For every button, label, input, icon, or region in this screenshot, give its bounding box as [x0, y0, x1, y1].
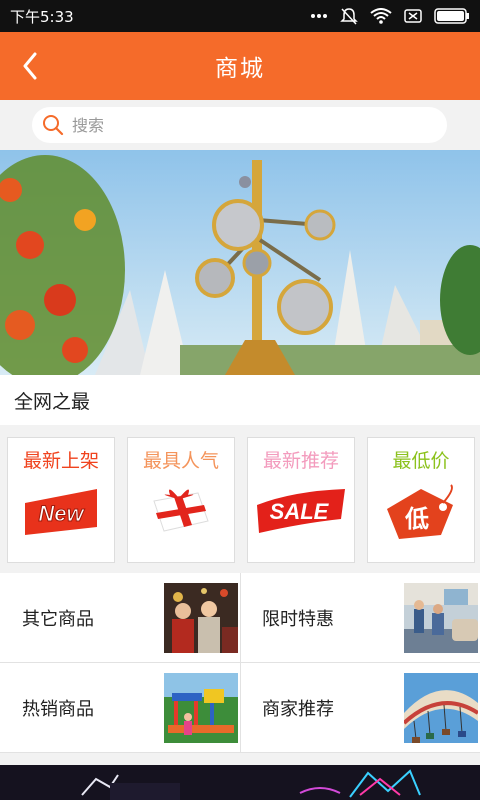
grid-item-label: 热销商品: [22, 698, 94, 720]
svg-text:SALE: SALE: [270, 499, 330, 524]
new-badge-icon: New: [25, 489, 97, 535]
search-box[interactable]: [32, 107, 447, 143]
page-title: 商城: [215, 56, 265, 82]
mute-bell-icon: [340, 8, 358, 25]
grid-item-label: 商家推荐: [262, 698, 334, 720]
low-price-tag-icon: 低: [387, 484, 453, 539]
thumbnail-image: [404, 582, 478, 653]
bottom-banner-image[interactable]: [0, 765, 480, 800]
card-lowest-price-title: 最低价: [392, 450, 450, 472]
title-bar: 商城: [0, 32, 480, 100]
card-newest[interactable]: 最新上架 New: [7, 437, 115, 563]
grid-item-other[interactable]: 其它商品: [0, 573, 240, 663]
grid-item-label: 限时特惠: [262, 608, 334, 630]
chevron-left-icon: [23, 52, 37, 80]
status-bar: 下午5:33: [0, 0, 480, 32]
banner-image[interactable]: [0, 150, 480, 375]
battery-icon: [434, 8, 469, 24]
back-button[interactable]: [10, 46, 50, 86]
grid-item-label: 其它商品: [22, 608, 94, 630]
section-title: 全网之最: [0, 375, 480, 425]
sim-card-icon: [404, 9, 422, 23]
grid-item-hot[interactable]: 热销商品: [0, 663, 240, 753]
card-popular[interactable]: 最具人气: [127, 437, 235, 563]
card-newest-title: 最新上架: [22, 450, 99, 472]
thumbnail-image: [404, 672, 478, 743]
more-dots-icon: [311, 14, 327, 18]
grid-item-merchant-recommend[interactable]: 商家推荐: [240, 663, 480, 753]
svg-text:低: 低: [404, 505, 429, 533]
card-popular-title: 最具人气: [142, 450, 219, 472]
search-icon: [43, 115, 64, 136]
sale-tag-icon: SALE: [257, 489, 345, 533]
grid-item-limited-offer[interactable]: 限时特惠: [240, 573, 480, 663]
gift-box-icon: [153, 489, 209, 532]
grid-divider: [240, 573, 241, 753]
card-lowest-price[interactable]: 最低价 低: [367, 437, 475, 563]
search-input[interactable]: [72, 115, 412, 135]
wifi-icon: [370, 8, 392, 24]
card-recommended-title: 最新推荐: [262, 450, 339, 472]
svg-text:New: New: [38, 501, 85, 526]
card-recommended[interactable]: 最新推荐 SALE: [247, 437, 355, 563]
status-time: 下午5:33: [10, 7, 74, 26]
search-bar: [0, 100, 480, 150]
thumbnail-image: [164, 582, 238, 653]
feature-cards: 最新上架 New 最具人气 最新推荐 SALE 最低价 低: [0, 427, 480, 573]
category-grid: 其它商品 限时特惠 热销商品 商家推荐: [0, 573, 480, 753]
thumbnail-image: [164, 672, 238, 743]
status-icons: [310, 7, 470, 25]
